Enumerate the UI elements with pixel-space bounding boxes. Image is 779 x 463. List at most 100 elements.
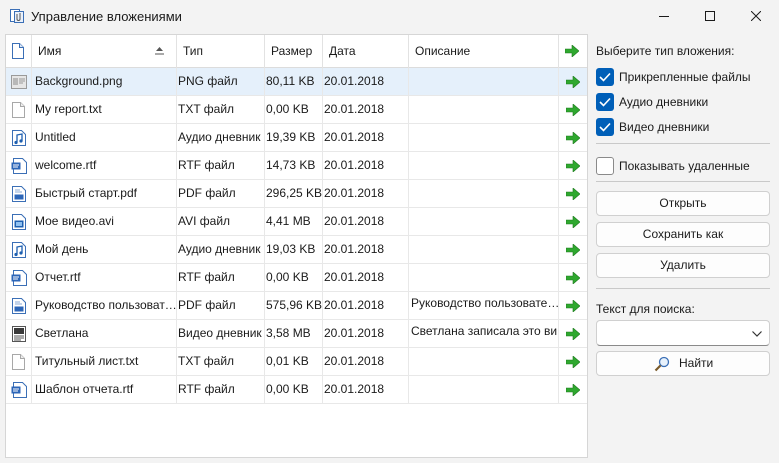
minimize-button[interactable]	[641, 0, 687, 32]
maximize-button[interactable]	[687, 0, 733, 32]
green-arrow-icon[interactable]	[559, 152, 587, 179]
close-icon	[751, 11, 761, 21]
row-name: Untitled	[32, 124, 177, 151]
row-description	[409, 208, 559, 235]
row-description: Руководство пользовате…	[409, 292, 559, 319]
attachments-app-icon	[10, 9, 24, 23]
table-row[interactable]: Светлана Видео дневник 3,58 MB 20.01.2018 Св…	[6, 320, 587, 348]
pdf-file-icon	[6, 292, 32, 319]
maximize-icon	[705, 11, 715, 21]
row-date: 20.01.2018	[323, 152, 409, 179]
row-size: 296,25 KB	[265, 180, 323, 207]
row-description	[409, 152, 559, 179]
row-date: 20.01.2018	[323, 96, 409, 123]
checkmark-icon	[599, 72, 611, 82]
row-date: 20.01.2018	[323, 348, 409, 375]
rtf-file-icon	[6, 152, 32, 179]
open-button[interactable]: Открыть	[596, 191, 770, 216]
row-size: 4,41 MB	[265, 208, 323, 235]
row-type: Аудио дневник	[177, 124, 265, 151]
header-export[interactable]	[559, 35, 587, 68]
green-arrow-icon[interactable]	[559, 124, 587, 151]
header-size[interactable]: Размер	[265, 35, 323, 68]
divider	[596, 181, 770, 182]
table-row[interactable]: Титульный лист.txt TXT файл 0,01 KB 20.01.2…	[6, 348, 587, 376]
row-name: Руководство пользоват…	[32, 292, 177, 319]
row-size: 80,11 KB	[265, 68, 323, 95]
row-date: 20.01.2018	[323, 236, 409, 263]
green-arrow-icon	[564, 44, 580, 58]
row-type: AVI файл	[177, 208, 265, 235]
green-arrow-icon[interactable]	[559, 264, 587, 291]
table-row[interactable]: Отчет.rtf RTF файл 0,00 KB 20.01.2018	[6, 264, 587, 292]
attached-files-label: Прикрепленные файлы	[619, 70, 751, 84]
document-icon	[12, 43, 24, 59]
row-description	[409, 68, 559, 95]
row-description	[409, 264, 559, 291]
row-description	[409, 180, 559, 207]
green-arrow-icon[interactable]	[559, 236, 587, 263]
table-row[interactable]: Мое видео.avi AVI файл 4,41 MB 20.01.2018	[6, 208, 587, 236]
table-row[interactable]: Untitled Аудио дневник 19,39 KB 20.01.2018	[6, 124, 587, 152]
audio-diaries-checkbox[interactable]	[596, 93, 614, 111]
attached-files-checkbox[interactable]	[596, 68, 614, 86]
table-row[interactable]: Мой день Аудио дневник 19,03 KB 20.01.2018	[6, 236, 587, 264]
attachments-table[interactable]: Имя Тип Размер Дата Описание Background.…	[5, 34, 588, 458]
row-type: TXT файл	[177, 96, 265, 123]
row-name: Мое видео.avi	[32, 208, 177, 235]
row-type: PNG файл	[177, 68, 265, 95]
find-button[interactable]: Найти	[596, 351, 770, 376]
green-arrow-icon[interactable]	[559, 292, 587, 319]
row-name: welcome.rtf	[32, 152, 177, 179]
table-row[interactable]: Быстрый старт.pdf PDF файл 296,25 KB 20.01.…	[6, 180, 587, 208]
row-type: TXT файл	[177, 348, 265, 375]
row-date: 20.01.2018	[323, 68, 409, 95]
row-type: RTF файл	[177, 264, 265, 291]
green-arrow-icon[interactable]	[559, 320, 587, 347]
chevron-down-icon[interactable]	[752, 331, 762, 337]
green-arrow-icon[interactable]	[559, 68, 587, 95]
delete-button[interactable]: Удалить	[596, 253, 770, 278]
image-file-icon	[6, 68, 32, 95]
divider	[596, 288, 770, 289]
row-size: 0,00 KB	[265, 96, 323, 123]
table-row[interactable]: Background.png PNG файл 80,11 KB 20.01.2018	[6, 68, 587, 96]
video-file-icon	[6, 208, 32, 235]
header-type[interactable]: Тип	[177, 35, 265, 68]
audio-file-icon	[6, 236, 32, 263]
show-deleted-checkbox[interactable]	[596, 157, 614, 175]
save-as-button[interactable]: Сохранить как	[596, 222, 770, 247]
header-date[interactable]: Дата	[323, 35, 409, 68]
row-size: 0,00 KB	[265, 264, 323, 291]
row-type: RTF файл	[177, 152, 265, 179]
close-button[interactable]	[733, 0, 779, 32]
row-date: 20.01.2018	[323, 320, 409, 347]
green-arrow-icon[interactable]	[559, 376, 587, 403]
header-description[interactable]: Описание	[409, 35, 559, 68]
row-date: 20.01.2018	[323, 180, 409, 207]
row-name: Быстрый старт.pdf	[32, 180, 177, 207]
table-row[interactable]: Шаблон отчета.rtf RTF файл 0,00 KB 20.01.20…	[6, 376, 587, 404]
row-size: 575,96 KB	[265, 292, 323, 319]
row-date: 20.01.2018	[323, 292, 409, 319]
header-name-label: Имя	[38, 44, 62, 58]
green-arrow-icon[interactable]	[559, 348, 587, 375]
blank-file-icon	[6, 96, 32, 123]
green-arrow-icon[interactable]	[559, 208, 587, 235]
video-diaries-checkbox[interactable]	[596, 118, 614, 136]
minimize-icon	[659, 16, 669, 17]
row-size: 0,01 KB	[265, 348, 323, 375]
blank-file-icon	[6, 348, 32, 375]
row-type: RTF файл	[177, 376, 265, 403]
table-row[interactable]: Руководство пользоват… PDF файл 575,96 KB 2…	[6, 292, 587, 320]
rtf-file-icon	[6, 376, 32, 403]
table-row[interactable]: My report.txt TXT файл 0,00 KB 20.01.2018	[6, 96, 587, 124]
search-combobox[interactable]	[596, 320, 770, 346]
header-name[interactable]: Имя	[32, 35, 177, 68]
row-type: PDF файл	[177, 292, 265, 319]
header-file-icon-column[interactable]	[6, 35, 32, 68]
table-row[interactable]: welcome.rtf RTF файл 14,73 KB 20.01.2018	[6, 152, 587, 180]
green-arrow-icon[interactable]	[559, 180, 587, 207]
green-arrow-icon[interactable]	[559, 96, 587, 123]
row-name: Светлана	[32, 320, 177, 347]
